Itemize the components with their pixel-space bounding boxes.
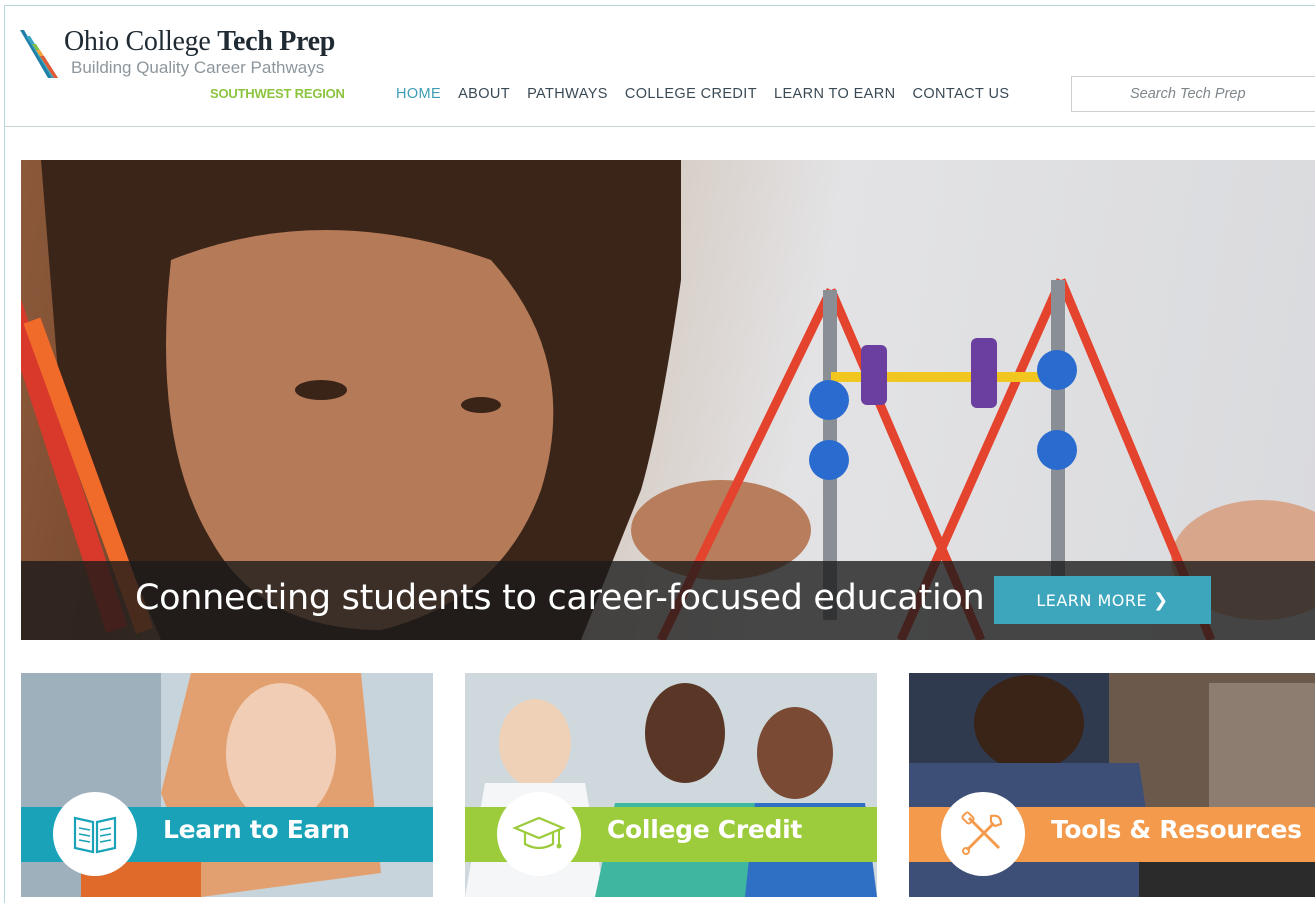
- logo-region: SOUTHWEST REGION: [210, 86, 345, 101]
- nav-item-pathways[interactable]: PATHWAYS: [527, 86, 608, 106]
- tools-icon: [961, 811, 1003, 855]
- open-book-icon: [73, 816, 117, 854]
- card-label: Tools & Resources: [1051, 815, 1302, 844]
- card-college-credit[interactable]: College Credit: [465, 673, 877, 897]
- logo-title: Ohio College Tech Prep: [64, 26, 336, 57]
- nav-item-about[interactable]: ABOUT: [458, 86, 510, 106]
- card-label: College Credit: [607, 815, 803, 844]
- main-nav: HOME ABOUT PATHWAYS COLLEGE CREDIT LEARN…: [396, 86, 1026, 106]
- page: Ohio College Tech Prep Building Quality …: [0, 0, 1315, 903]
- nav-item-learn-to-earn[interactable]: LEARN TO EARN: [774, 86, 896, 106]
- frame-border-top: [4, 5, 1315, 6]
- chevron-right-icon: ❯: [1153, 589, 1169, 611]
- nav-item-home[interactable]: HOME: [396, 86, 441, 106]
- card-learn-to-earn[interactable]: Learn to Earn: [21, 673, 433, 897]
- graduation-cap-icon: [512, 816, 566, 850]
- card-icon-circle: [53, 792, 137, 876]
- logo-tagline: Building Quality Career Pathways: [71, 58, 325, 77]
- frame-border-left: [4, 5, 5, 903]
- search-input[interactable]: [1071, 76, 1315, 112]
- site-logo[interactable]: Ohio College Tech Prep Building Quality …: [20, 26, 360, 106]
- nav-item-contact-us[interactable]: CONTACT US: [913, 86, 1010, 106]
- nav-item-college-credit[interactable]: COLLEGE CREDIT: [625, 86, 757, 106]
- card-tools-resources[interactable]: Tools & Resources: [909, 673, 1315, 897]
- learn-more-label: LEARN MORE: [1036, 590, 1148, 610]
- header-divider: [5, 126, 1315, 127]
- card-icon-circle: [497, 792, 581, 876]
- card-label: Learn to Earn: [163, 815, 350, 844]
- hero-banner: Connecting students to career-focused ed…: [21, 160, 1315, 640]
- learn-more-button[interactable]: LEARN MORE ❯: [994, 576, 1211, 624]
- hero-caption: Connecting students to career-focused ed…: [135, 578, 985, 618]
- card-icon-circle: [941, 792, 1025, 876]
